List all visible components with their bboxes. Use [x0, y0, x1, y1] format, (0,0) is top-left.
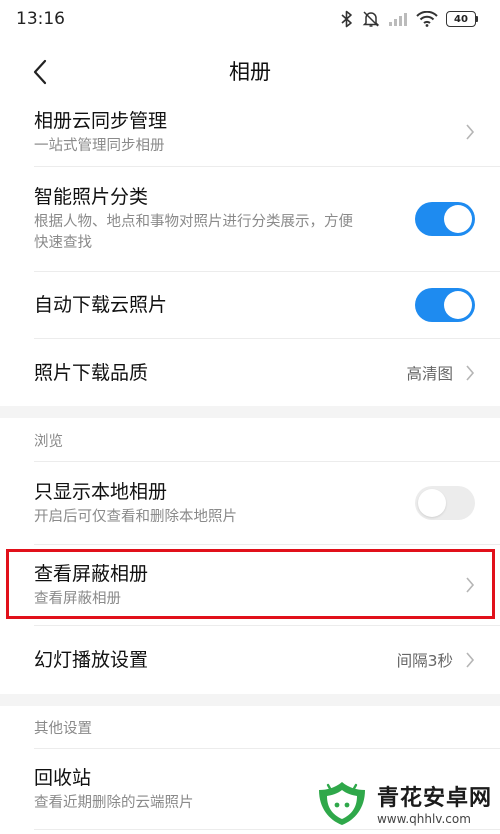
item-subtitle: 根据人物、地点和事物对照片进行分类展示，方便 [34, 214, 353, 230]
item-title: 相册云同步管理 [34, 109, 168, 132]
show-local-albums-only-item[interactable]: 只显示本地相册 开启后可仅查看和删除本地照片 [0, 462, 500, 544]
battery-icon: 40 [446, 11, 478, 27]
back-arrow-icon [33, 59, 47, 85]
item-title: 只显示本地相册 [34, 480, 168, 503]
view-hidden-albums-item[interactable]: 查看屏蔽相册 查看屏蔽相册 [0, 545, 500, 625]
local-albums-only-toggle[interactable] [415, 486, 475, 520]
item-subtitle: 查看近期删除的云端照片 [34, 794, 194, 811]
item-subtitle: 查看屏蔽相册 [34, 590, 121, 607]
wifi-icon [416, 11, 438, 27]
status-time: 13:16 [16, 9, 65, 29]
auto-download-toggle[interactable] [415, 288, 475, 322]
back-button[interactable] [22, 54, 58, 90]
chevron-right-icon [466, 652, 475, 668]
photo-download-quality-item[interactable]: 照片下载品质 高清图 [0, 339, 500, 406]
download-quality-value: 高清图 [406, 364, 453, 383]
item-subtitle: 开启后可仅查看和删除本地照片 [34, 508, 237, 525]
smart-photo-classification-item[interactable]: 智能照片分类 根据人物、地点和事物对照片进行分类展示，方便 快速查找 [0, 167, 500, 271]
section-header-other: 其他设置 [34, 721, 92, 737]
chevron-right-icon [466, 124, 475, 140]
item-title: 查看屏蔽相册 [34, 562, 149, 585]
chevron-right-icon [466, 577, 475, 593]
item-title: 回收站 [34, 766, 92, 789]
status-bar: 13:16 40 [0, 0, 500, 38]
item-title: 智能照片分类 [34, 186, 149, 208]
auto-download-cloud-photos-item[interactable]: 自动下载云照片 [0, 272, 500, 338]
item-subtitle-line2: 快速查找 [34, 235, 92, 251]
watermark-url: www.qhhlv.com [376, 812, 471, 826]
watermark-logo-icon [318, 782, 365, 825]
page-title: 相册 [229, 60, 271, 84]
title-bar: 相册 [0, 38, 500, 104]
item-title: 照片下载品质 [34, 361, 149, 384]
section-header-browse: 浏览 [34, 434, 63, 450]
battery-level: 40 [446, 11, 476, 27]
watermark-title: 青花安卓网 [376, 786, 492, 811]
watermark: 青花安卓网 www.qhhlv.com [313, 778, 492, 828]
mute-bell-icon [362, 11, 380, 27]
status-icons: 40 [340, 10, 478, 28]
signal-icon [389, 13, 407, 26]
chevron-right-icon [466, 364, 475, 381]
settings-list: 相册云同步管理 一站式管理同步相册 智能照片分类 根据人物、地点和事物对照片进行… [0, 104, 500, 834]
slideshow-interval-value: 间隔3秒 [396, 652, 453, 670]
smart-classification-toggle[interactable] [415, 202, 475, 236]
bluetooth-icon [341, 10, 352, 28]
cloud-sync-management-item[interactable]: 相册云同步管理 一站式管理同步相册 [0, 104, 500, 166]
item-title: 自动下载云照片 [34, 294, 168, 316]
slideshow-settings-item[interactable]: 幻灯播放设置 间隔3秒 [0, 626, 500, 694]
item-subtitle: 一站式管理同步相册 [34, 137, 165, 154]
item-title: 幻灯播放设置 [34, 649, 149, 671]
